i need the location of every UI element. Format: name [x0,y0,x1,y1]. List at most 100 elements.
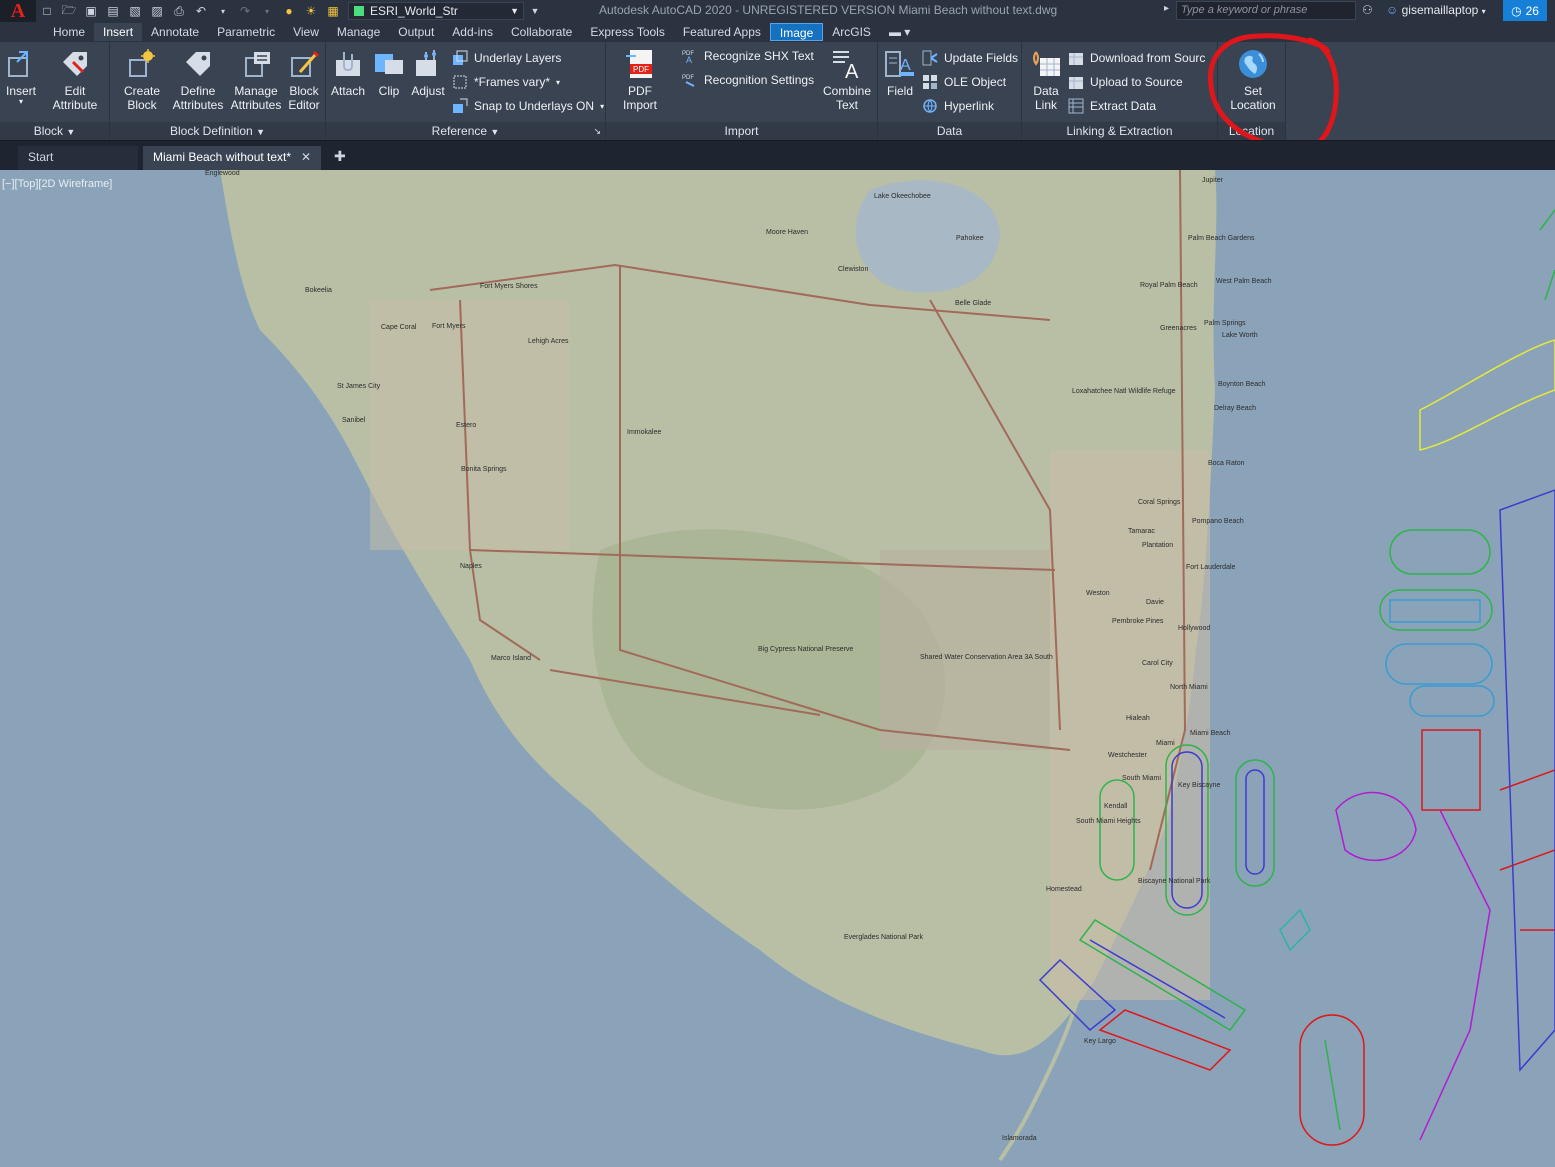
new-file-icon[interactable]: □ [39,3,55,19]
new-tab-icon[interactable]: ✚ [334,148,346,165]
tab-arcgis[interactable]: ArcGIS [823,23,880,41]
ole-object-label: OLE Object [944,75,1007,89]
notification-badge[interactable]: ◷ 26 [1503,0,1547,21]
tab-miami-beach[interactable]: Miami Beach without text* ✕ [143,146,321,171]
layer-color-swatch [353,5,365,17]
manage-attributes-button[interactable]: Manage Attributes [228,48,284,112]
map-label: Fort Myers [432,323,466,330]
download-from-source-button[interactable]: Download from Sourc [1068,48,1205,68]
map-label: Key Largo [1084,1038,1116,1045]
field-icon: A [884,48,916,80]
block-editor-label-2: Editor [288,98,320,112]
download-source-icon [1068,50,1084,66]
plot-icon[interactable]: ⎙ [171,3,187,19]
tab-home[interactable]: Home [44,23,94,41]
clip-button[interactable]: Clip [370,48,408,98]
user-account[interactable]: ☺ gisemaillaptop ▾ [1386,3,1486,17]
extract-data-button[interactable]: Extract Data [1068,96,1156,116]
layer-dropdown[interactable]: ESRI_World_Str ▼ [348,2,524,20]
redo-dropdown-icon[interactable]: ▾ [259,3,275,19]
map-label: Hollywood [1178,625,1211,632]
manage-attributes-label-1: Manage [234,84,278,98]
search-input[interactable]: Type a keyword or phrase [1176,1,1356,20]
layer-lock-icon[interactable]: ▦ [325,3,341,19]
snap-underlays-dropdown[interactable]: Snap to Underlays ON ▾ [452,96,604,116]
viewport-controls[interactable]: [−][Top][2D Wireframe] [2,178,112,190]
save-icon[interactable]: ▣ [83,3,99,19]
ribbon-display-toggle-icon[interactable]: ▬ ▾ [880,23,919,41]
recognize-shx-text-button[interactable]: PDF A Recognize SHX Text [682,46,814,66]
search-expand-icon[interactable]: ▸ [1164,3,1169,14]
download-from-source-label: Download from Sourc [1090,51,1206,65]
ole-object-button[interactable]: OLE Object [922,72,1006,92]
map-label: Lehigh Acres [528,338,569,345]
tab-collaborate[interactable]: Collaborate [502,23,581,41]
map-label: Homestead [1046,886,1082,893]
reference-expand-icon: ▼ [490,127,500,137]
open-folder-icon[interactable]: 🗁 [61,3,77,19]
block-definition-title-text: Block Definition [170,124,253,138]
tab-annotate[interactable]: Annotate [142,23,208,41]
tab-output[interactable]: Output [389,23,443,41]
data-link-button[interactable]: Data Link [1026,48,1066,112]
reference-panel-title[interactable]: Reference ▼ ↘ [326,122,605,140]
insert-block-button[interactable]: Insert ▾ [2,48,40,106]
map-label: Pembroke Pines [1112,618,1164,625]
reference-title-text: Reference [431,124,488,138]
open-web-icon[interactable]: ▧ [127,3,143,19]
map-label: Kendall [1104,803,1128,810]
tab-express-tools[interactable]: Express Tools [581,23,673,41]
tab-start[interactable]: Start [18,146,138,171]
tab-insert[interactable]: Insert [94,23,143,41]
tab-featured-apps[interactable]: Featured Apps [674,23,770,41]
create-block-label-1: Create [123,84,161,98]
adjust-label: Adjust [411,84,445,98]
adjust-button[interactable]: Adjust [408,48,448,98]
redo-icon[interactable]: ↷ [237,3,253,19]
undo-icon[interactable]: ↶ [193,3,209,19]
attach-button[interactable]: Attach [328,48,368,98]
upload-to-source-button[interactable]: Upload to Source [1068,72,1183,92]
layer-thaw-sun-icon[interactable]: ☀ [303,3,319,19]
tab-view[interactable]: View [284,23,328,41]
close-tab-icon[interactable]: ✕ [301,146,311,168]
tab-add-ins[interactable]: Add-ins [443,23,502,41]
data-link-label-2: Link [1034,98,1057,112]
tab-manage[interactable]: Manage [328,23,389,41]
field-button[interactable]: A Field [882,48,918,98]
pdf-import-button[interactable]: PDF PDF Import [618,48,662,112]
title-bar: A □ 🗁 ▣ ▤ ▧ ▨ ⎙ ↶ ▾ ↷ ▾ ● ☀ ▦ ESRI_World… [0,0,1555,22]
undo-dropdown-icon[interactable]: ▾ [215,3,231,19]
frames-vary-label: *Frames vary* [474,75,551,89]
edit-attribute-button[interactable]: Edit Attribute [48,48,102,112]
layer-on-bulb-icon[interactable]: ● [281,3,297,19]
frames-vary-dropdown[interactable]: *Frames vary* ▾ [452,72,560,92]
tab-parametric[interactable]: Parametric [208,23,284,41]
define-attributes-button[interactable]: Define Attributes [170,48,226,112]
update-fields-button[interactable]: Update Fields [922,48,1018,68]
map-viewport[interactable]: Englewood Moore Haven Clewiston Pahokee Jupi… [0,170,1555,1167]
create-block-button[interactable]: Create Block [120,48,164,112]
manage-attributes-label-2: Attributes [230,98,282,112]
svg-text:A: A [845,61,859,80]
map-label: Everglades National Park [844,934,923,941]
map-label: Biscayne National Park [1138,878,1211,885]
customize-quick-access-icon[interactable]: ▼ [527,3,543,19]
hyperlink-button[interactable]: Hyperlink [922,96,994,116]
block-editor-button[interactable]: Block Editor [286,48,322,112]
reference-dialog-launcher-icon[interactable]: ↘ [593,122,601,140]
save-web-icon[interactable]: ▨ [149,3,165,19]
map-label: Lake Worth [1222,332,1258,339]
recognition-settings-button[interactable]: PDF Recognition Settings [682,70,814,90]
save-as-icon[interactable]: ▤ [105,3,121,19]
block-definition-panel-title[interactable]: Block Definition ▼ [110,122,325,140]
tab-image[interactable]: Image [769,23,824,41]
underlay-layers-button[interactable]: Underlay Layers [452,48,561,68]
map-label: Weston [1086,590,1110,597]
autocad-logo-icon[interactable]: A [0,0,36,22]
combine-text-button[interactable]: A Combine Text [822,48,872,112]
snap-underlays-label: Snap to Underlays ON [474,99,595,113]
ole-object-icon [922,74,938,90]
block-panel-title[interactable]: Block ▼ [0,122,109,140]
binoculars-icon[interactable]: ⚇ [1362,3,1373,17]
